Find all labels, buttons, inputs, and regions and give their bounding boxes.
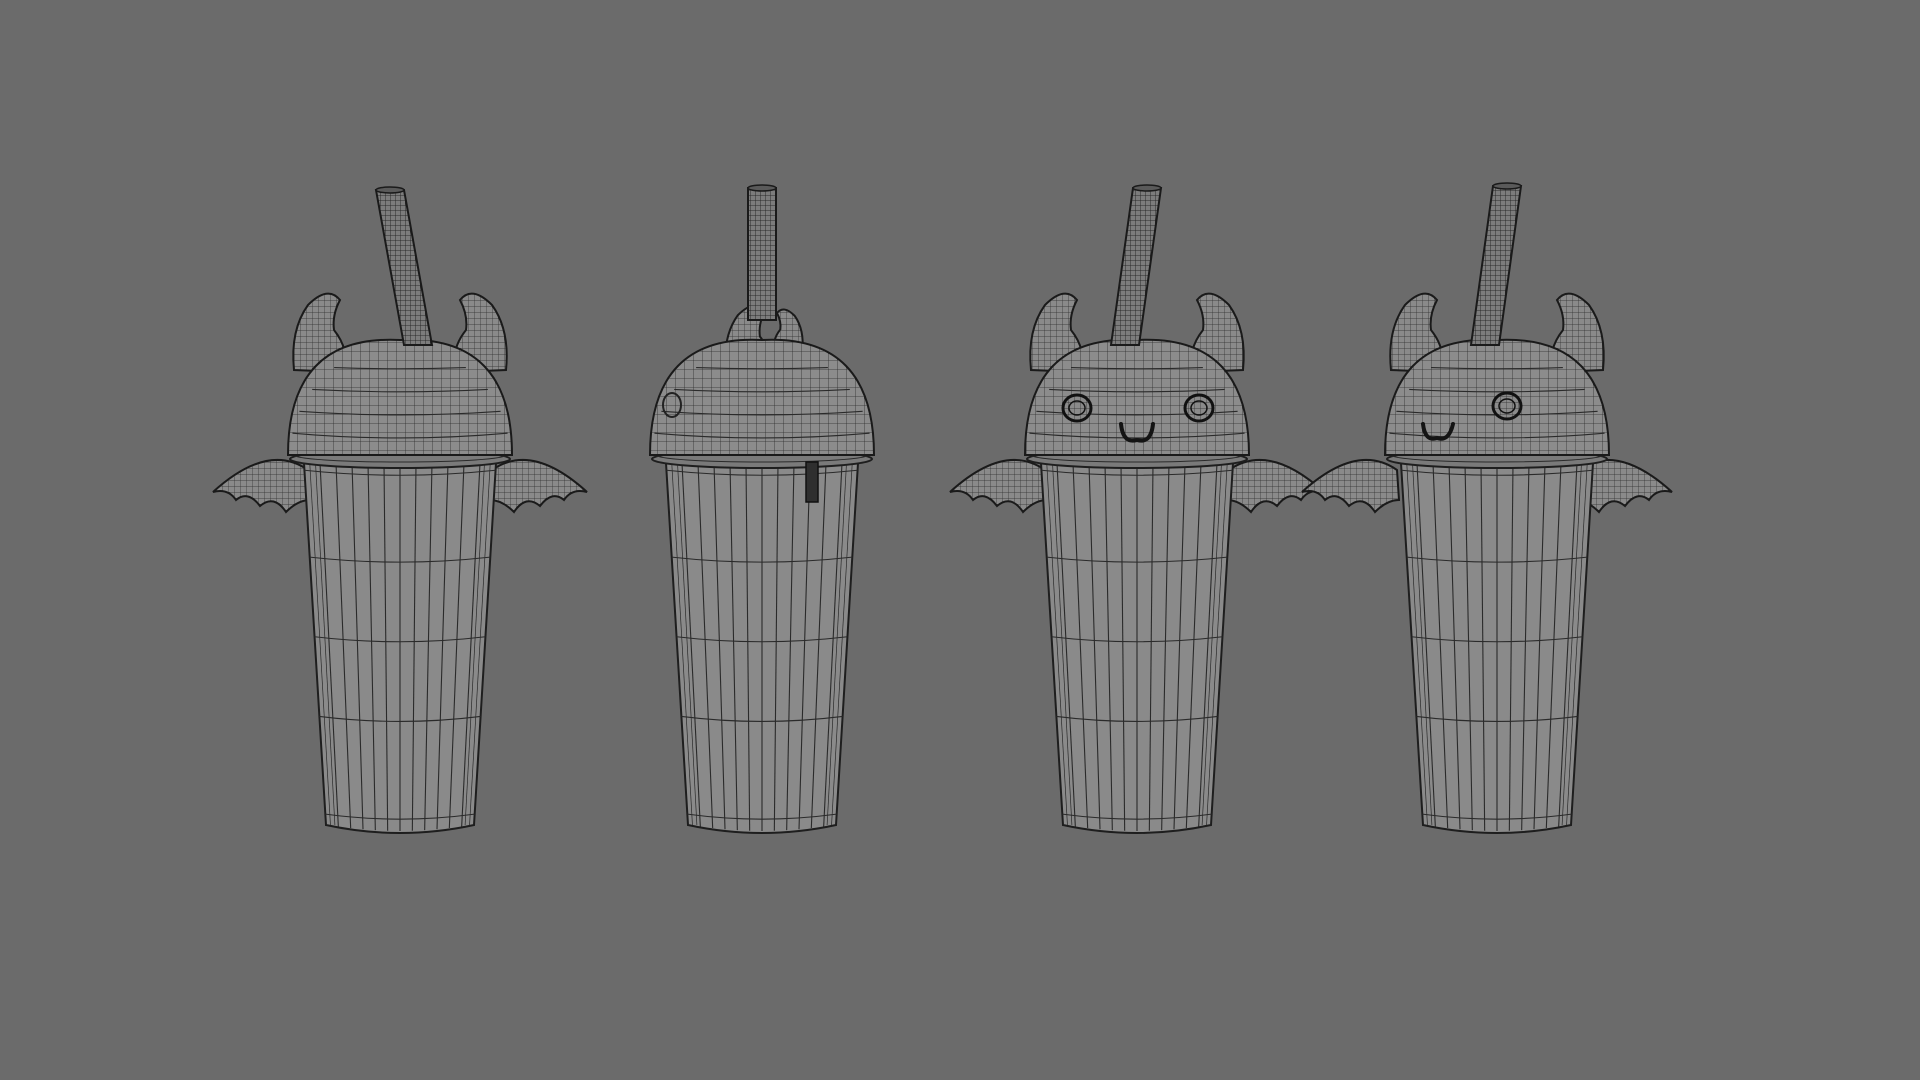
wireframe-scene — [212, 182, 1673, 834]
wing — [212, 458, 312, 514]
eye — [1183, 393, 1215, 423]
straw-top — [747, 184, 777, 192]
cup-model-3[interactable] — [949, 184, 1325, 834]
cup-model-4[interactable] — [1301, 182, 1673, 834]
wing — [488, 458, 588, 514]
straw-top — [1492, 182, 1522, 190]
straw — [1109, 187, 1163, 346]
lid-tab — [805, 461, 819, 503]
straw — [747, 187, 777, 321]
cup-model-1[interactable] — [212, 186, 588, 834]
cup-model-2[interactable] — [648, 184, 876, 834]
straw — [374, 189, 434, 346]
eye — [1061, 393, 1093, 423]
straw — [1469, 185, 1523, 346]
eye — [1491, 391, 1523, 421]
straw-top — [375, 186, 405, 194]
wing — [1301, 458, 1401, 514]
wing — [949, 458, 1049, 514]
straw-top — [1132, 184, 1162, 192]
3d-viewport[interactable] — [0, 0, 1920, 1080]
